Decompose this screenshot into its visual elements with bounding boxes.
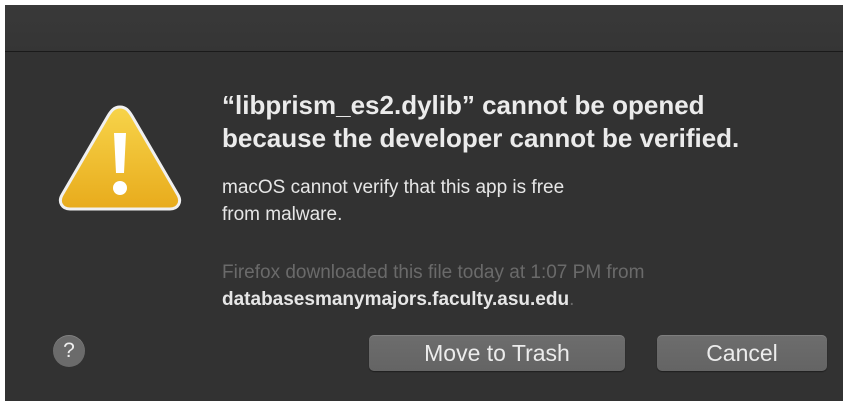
title-bar[interactable] bbox=[5, 5, 843, 52]
dialog-title: “libprism_es2.dylib” cannot be opened be… bbox=[222, 89, 822, 155]
download-info: Firefox downloaded this file today at 1:… bbox=[222, 259, 822, 313]
alert-dialog: “libprism_es2.dylib” cannot be opened be… bbox=[5, 5, 843, 401]
download-info-text: Firefox downloaded this file today at 1:… bbox=[222, 262, 645, 283]
dialog-message-line2: from malware. bbox=[222, 204, 343, 225]
dialog-message-line1: macOS cannot verify that this app is fre… bbox=[222, 177, 565, 198]
warning-icon bbox=[58, 105, 182, 211]
move-to-trash-button[interactable]: Move to Trash bbox=[369, 335, 625, 371]
dialog-title-line1: “libprism_es2.dylib” cannot be opened bbox=[222, 90, 705, 120]
help-button[interactable]: ? bbox=[53, 335, 85, 367]
cancel-button[interactable]: Cancel bbox=[657, 335, 827, 371]
dialog-message: macOS cannot verify that this app is fre… bbox=[222, 174, 782, 228]
download-info-source: databasesmanymajors.faculty.asu.edu. bbox=[222, 286, 822, 313]
download-info-period: . bbox=[569, 289, 575, 310]
download-domain: databasesmanymajors.faculty.asu.edu bbox=[222, 289, 570, 310]
dialog-title-line2: because the developer cannot be verified… bbox=[222, 123, 740, 153]
